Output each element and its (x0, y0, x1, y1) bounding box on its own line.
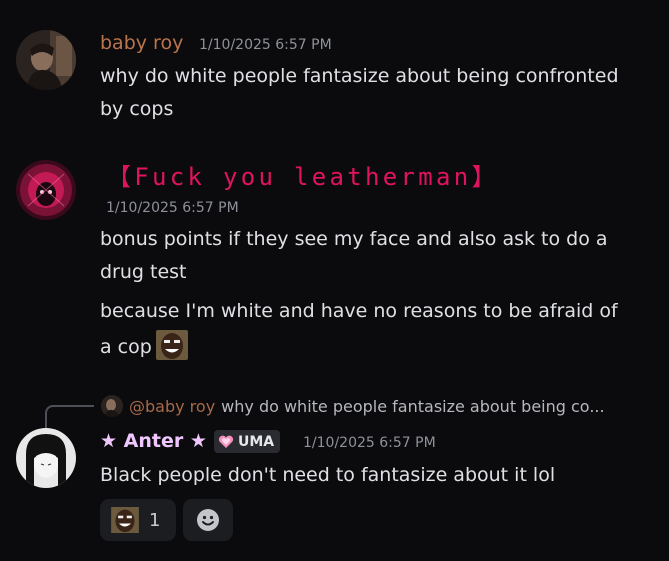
avatar (101, 395, 123, 417)
reply-author[interactable]: @baby roy (129, 397, 215, 416)
role-badge[interactable]: UMA (214, 430, 281, 453)
smiling-face-emoji (110, 507, 140, 533)
avatar[interactable] (16, 160, 76, 220)
message-text: because I'm white and have no reasons to… (100, 300, 618, 322)
reply-text: why do white people fantasize about bein… (221, 396, 605, 416)
reply-preview[interactable]: @baby roy why do white people fantasize … (101, 394, 605, 418)
heart-icon (218, 435, 234, 448)
message-text: bonus points if they see my face and als… (100, 228, 608, 250)
reaction-button[interactable]: 1 (100, 499, 176, 541)
message-text-last: a cop (100, 330, 188, 363)
message-text: a cop (100, 336, 152, 358)
author-name[interactable]: baby roy (100, 32, 183, 54)
smiling-face-emoji[interactable] (155, 330, 188, 360)
reply-connector (45, 405, 94, 429)
message-text: Black people don't need to fantasize abo… (100, 464, 556, 486)
add-reaction-icon (197, 509, 219, 531)
add-reaction-button[interactable] (183, 499, 233, 541)
message-text: why do white people fantasize about bein… (100, 65, 619, 87)
timestamp: 1/10/2025 6:57 PM (106, 200, 239, 216)
timestamp: 1/10/2025 6:57 PM (303, 435, 436, 451)
timestamp: 1/10/2025 6:57 PM (199, 37, 332, 53)
message-text: drug test (100, 261, 187, 283)
avatar[interactable] (16, 30, 76, 90)
badge-label: UMA (238, 433, 275, 450)
author-name[interactable]: 【Fuck you leatherman】 (107, 157, 499, 192)
message-text: by cops (100, 98, 174, 120)
reaction-count: 1 (149, 509, 161, 531)
author-name[interactable]: ★ Anter ★ (100, 430, 207, 452)
avatar[interactable] (16, 428, 76, 488)
